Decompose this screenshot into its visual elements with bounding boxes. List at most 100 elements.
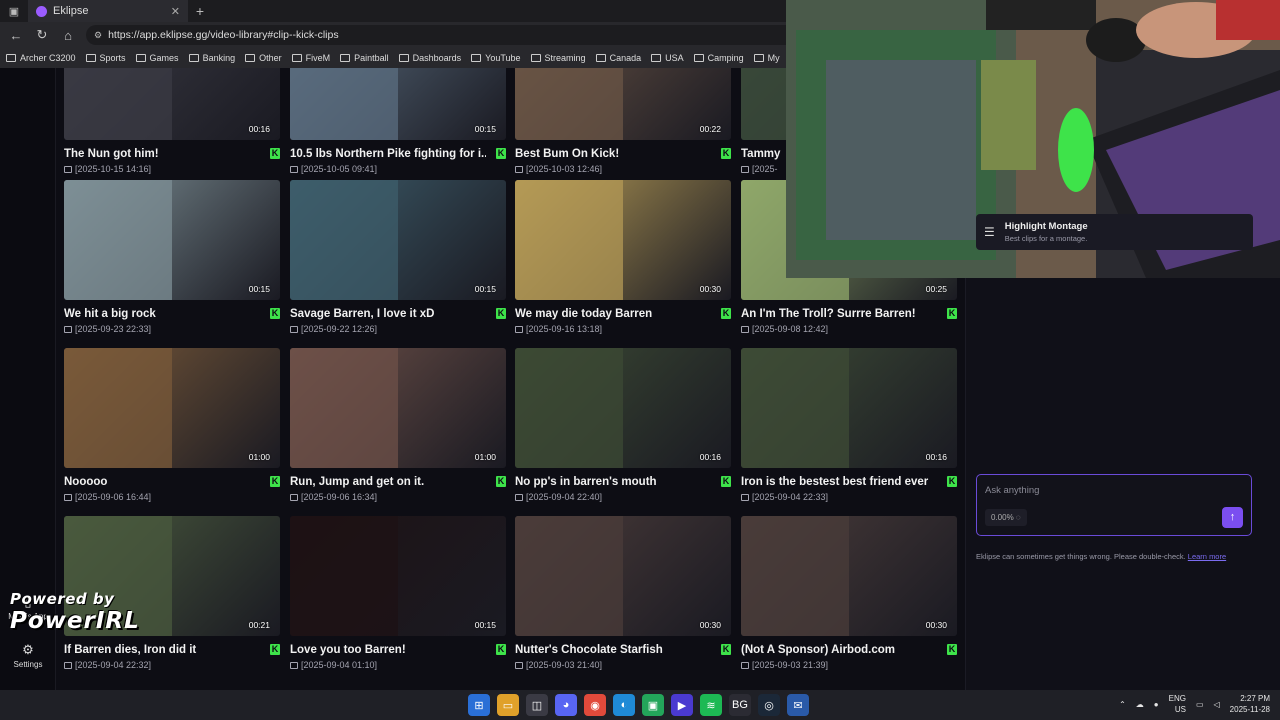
clip-title[interactable]: Run, Jump and get on it. bbox=[290, 476, 486, 488]
bookmark-item[interactable]: FiveM bbox=[291, 53, 330, 63]
back-icon[interactable]: ← bbox=[4, 24, 28, 46]
clip-card[interactable]: 00:16 The Nun got him! [2025-10-15 14:16] K bbox=[64, 68, 280, 174]
site-info-icon[interactable]: ⚙ bbox=[94, 30, 102, 41]
clip-title[interactable]: Nutter's Chocolate Starfish bbox=[515, 644, 711, 656]
clip-date: [2025-09-03 21:39] bbox=[752, 660, 829, 670]
language-indicator[interactable]: ENG US bbox=[1169, 693, 1186, 715]
chevron-up-icon[interactable]: ⌃ bbox=[1119, 700, 1126, 709]
bookmark-item[interactable]: Camping bbox=[693, 53, 744, 63]
clip-title[interactable]: Nooooo bbox=[64, 476, 260, 488]
clip-thumbnail[interactable]: 00:15 bbox=[290, 68, 506, 140]
clip-card[interactable]: 01:00 Nooooo [2025-09-06 16:44] K bbox=[64, 348, 280, 502]
clip-card[interactable]: 00:30 (Not A Sponsor) Airbod.com [2025-09-… bbox=[741, 516, 957, 670]
clip-card[interactable]: 00:15 We hit a big rock [2025-09-23 22:33]… bbox=[64, 180, 280, 334]
media-icon[interactable]: ▶ bbox=[671, 694, 693, 716]
app-icon[interactable]: ▣ bbox=[642, 694, 664, 716]
clip-title[interactable]: We may die today Barren bbox=[515, 308, 711, 320]
clip-thumbnail[interactable]: 00:22 bbox=[515, 68, 731, 140]
reload-icon[interactable]: ↻ bbox=[30, 24, 54, 46]
clip-thumbnail[interactable]: 00:16 bbox=[741, 348, 957, 468]
clip-thumbnail[interactable]: 00:15 bbox=[290, 180, 506, 300]
clip-title[interactable]: Best Bum On Kick! bbox=[515, 148, 711, 160]
clip-date: [2025-09-08 12:42] bbox=[752, 324, 829, 334]
clip-thumbnail[interactable]: 00:15 bbox=[290, 516, 506, 636]
network-icon[interactable]: ▭ bbox=[1196, 700, 1204, 709]
clip-thumbnail[interactable]: 00:30 bbox=[515, 180, 731, 300]
clip-thumbnail[interactable]: 00:16 bbox=[64, 68, 280, 140]
clip-thumbnail[interactable]: 00:16 bbox=[515, 348, 731, 468]
store-icon[interactable]: ◫ bbox=[526, 694, 548, 716]
nav-settings[interactable]: ⚙ Settings bbox=[0, 642, 56, 669]
bookmark-item[interactable]: Other bbox=[245, 53, 282, 63]
bookmark-item[interactable]: Sports bbox=[85, 53, 126, 63]
bookmark-item[interactable]: Games bbox=[135, 53, 179, 63]
clip-title[interactable]: Love you too Barren! bbox=[290, 644, 486, 656]
clip-duration: 01:00 bbox=[248, 452, 270, 462]
bookmark-item[interactable]: Archer C3200 bbox=[6, 53, 76, 63]
outlook-icon[interactable]: ✉ bbox=[787, 694, 809, 716]
clip-card[interactable]: 00:16 No pp's in barren's mouth [2025-09-0… bbox=[515, 348, 731, 502]
thumbnail-left-pane bbox=[741, 348, 849, 468]
bookmark-item[interactable]: YouTube bbox=[471, 53, 521, 63]
clip-date-row: [2025-09-06 16:44] bbox=[64, 492, 280, 502]
kick-logo-icon: K bbox=[947, 476, 957, 487]
new-tab-button[interactable]: + bbox=[188, 3, 212, 19]
bookmark-item[interactable]: Banking bbox=[188, 53, 235, 63]
clip-title[interactable]: (Not A Sponsor) Airbod.com bbox=[741, 644, 937, 656]
edge-icon[interactable]: ◐ bbox=[613, 694, 635, 716]
clip-title[interactable]: 10.5 lbs Northern Pike fighting for i... bbox=[290, 148, 486, 160]
highlight-montage-option[interactable]: ☰ Highlight Montage Best clips for a mon… bbox=[976, 214, 1253, 250]
learn-more-link[interactable]: Learn more bbox=[1188, 552, 1226, 561]
clip-card[interactable]: 00:30 Nutter's Chocolate Starfish [2025-09… bbox=[515, 516, 731, 670]
bookmark-item[interactable]: USA bbox=[651, 53, 684, 63]
chrome-icon[interactable]: ◉ bbox=[584, 694, 606, 716]
bookmark-item[interactable]: Dashboards bbox=[398, 53, 461, 63]
clip-card[interactable]: 00:16 Iron is the bestest best friend eve… bbox=[741, 348, 957, 502]
clip-card[interactable]: 00:30 We may die today Barren [2025-09-16 … bbox=[515, 180, 731, 334]
clip-card[interactable]: 00:15 Savage Barren, I love it xD [2025-09… bbox=[290, 180, 506, 334]
close-tab-icon[interactable]: ✕ bbox=[171, 5, 180, 18]
clip-title[interactable]: We hit a big rock bbox=[64, 308, 260, 320]
mic-icon[interactable]: ● bbox=[1154, 700, 1159, 709]
bookmark-item[interactable]: My bbox=[753, 53, 780, 63]
clip-card[interactable]: 00:15 10.5 lbs Northern Pike fighting for… bbox=[290, 68, 506, 174]
file-explorer-icon[interactable]: ▭ bbox=[497, 694, 519, 716]
send-button[interactable]: ↑ bbox=[1222, 507, 1243, 528]
tab-actions-icon[interactable]: ▣ bbox=[0, 0, 28, 22]
clip-thumbnail[interactable]: 01:00 bbox=[290, 348, 506, 468]
clip-thumbnail[interactable]: 00:30 bbox=[741, 516, 957, 636]
clip-date: [2025-09-22 12:26] bbox=[301, 324, 378, 334]
cloud-icon[interactable]: ☁ bbox=[1136, 700, 1144, 709]
ask-input[interactable]: Ask anything bbox=[985, 485, 1039, 496]
bookmark-item[interactable]: Canada bbox=[595, 53, 641, 63]
clip-title[interactable]: Savage Barren, I love it xD bbox=[290, 308, 486, 320]
kick-logo-icon: K bbox=[721, 476, 731, 487]
clip-card[interactable]: 00:15 Love you too Barren! [2025-09-04 01:… bbox=[290, 516, 506, 670]
clip-thumbnail[interactable]: 00:30 bbox=[515, 516, 731, 636]
bookmark-item[interactable]: Paintball bbox=[340, 53, 389, 63]
clip-title[interactable]: No pp's in barren's mouth bbox=[515, 476, 711, 488]
bg-app-icon[interactable]: BG bbox=[729, 694, 751, 716]
clip-date-row: [2025-09-08 12:42] bbox=[741, 324, 957, 334]
home-icon[interactable]: ⌂ bbox=[56, 24, 80, 46]
start-icon[interactable]: ⊞ bbox=[468, 694, 490, 716]
bookmark-item[interactable]: Streaming bbox=[530, 53, 586, 63]
clock[interactable]: 2:27 PM 2025-11-28 bbox=[1230, 693, 1270, 715]
clip-thumbnail[interactable]: 01:00 bbox=[64, 348, 280, 468]
clip-card[interactable]: 01:00 Run, Jump and get on it. [2025-09-06… bbox=[290, 348, 506, 502]
clip-title[interactable]: An I'm The Troll? Surrre Barren! bbox=[741, 308, 937, 320]
clip-thumbnail[interactable]: 00:15 bbox=[64, 180, 280, 300]
thumbnail-left-pane bbox=[290, 180, 398, 300]
clip-date-row: [2025-10-03 12:46] bbox=[515, 164, 731, 174]
browser-tab[interactable]: Eklipse ✕ bbox=[28, 0, 188, 22]
clip-card[interactable]: 00:22 Best Bum On Kick! [2025-10-03 12:46]… bbox=[515, 68, 731, 174]
clip-title[interactable]: Iron is the bestest best friend ever bbox=[741, 476, 937, 488]
spotify-icon[interactable]: ≋ bbox=[700, 694, 722, 716]
clip-duration: 00:15 bbox=[474, 124, 496, 134]
discord-icon[interactable]: ◕ bbox=[555, 694, 577, 716]
bookmark-label: YouTube bbox=[485, 53, 521, 63]
steam-icon[interactable]: ◎ bbox=[758, 694, 780, 716]
clip-title[interactable]: If Barren dies, Iron did it bbox=[64, 644, 260, 656]
volume-icon[interactable]: ◁ bbox=[1214, 700, 1220, 709]
clip-title[interactable]: The Nun got him! bbox=[64, 148, 260, 160]
